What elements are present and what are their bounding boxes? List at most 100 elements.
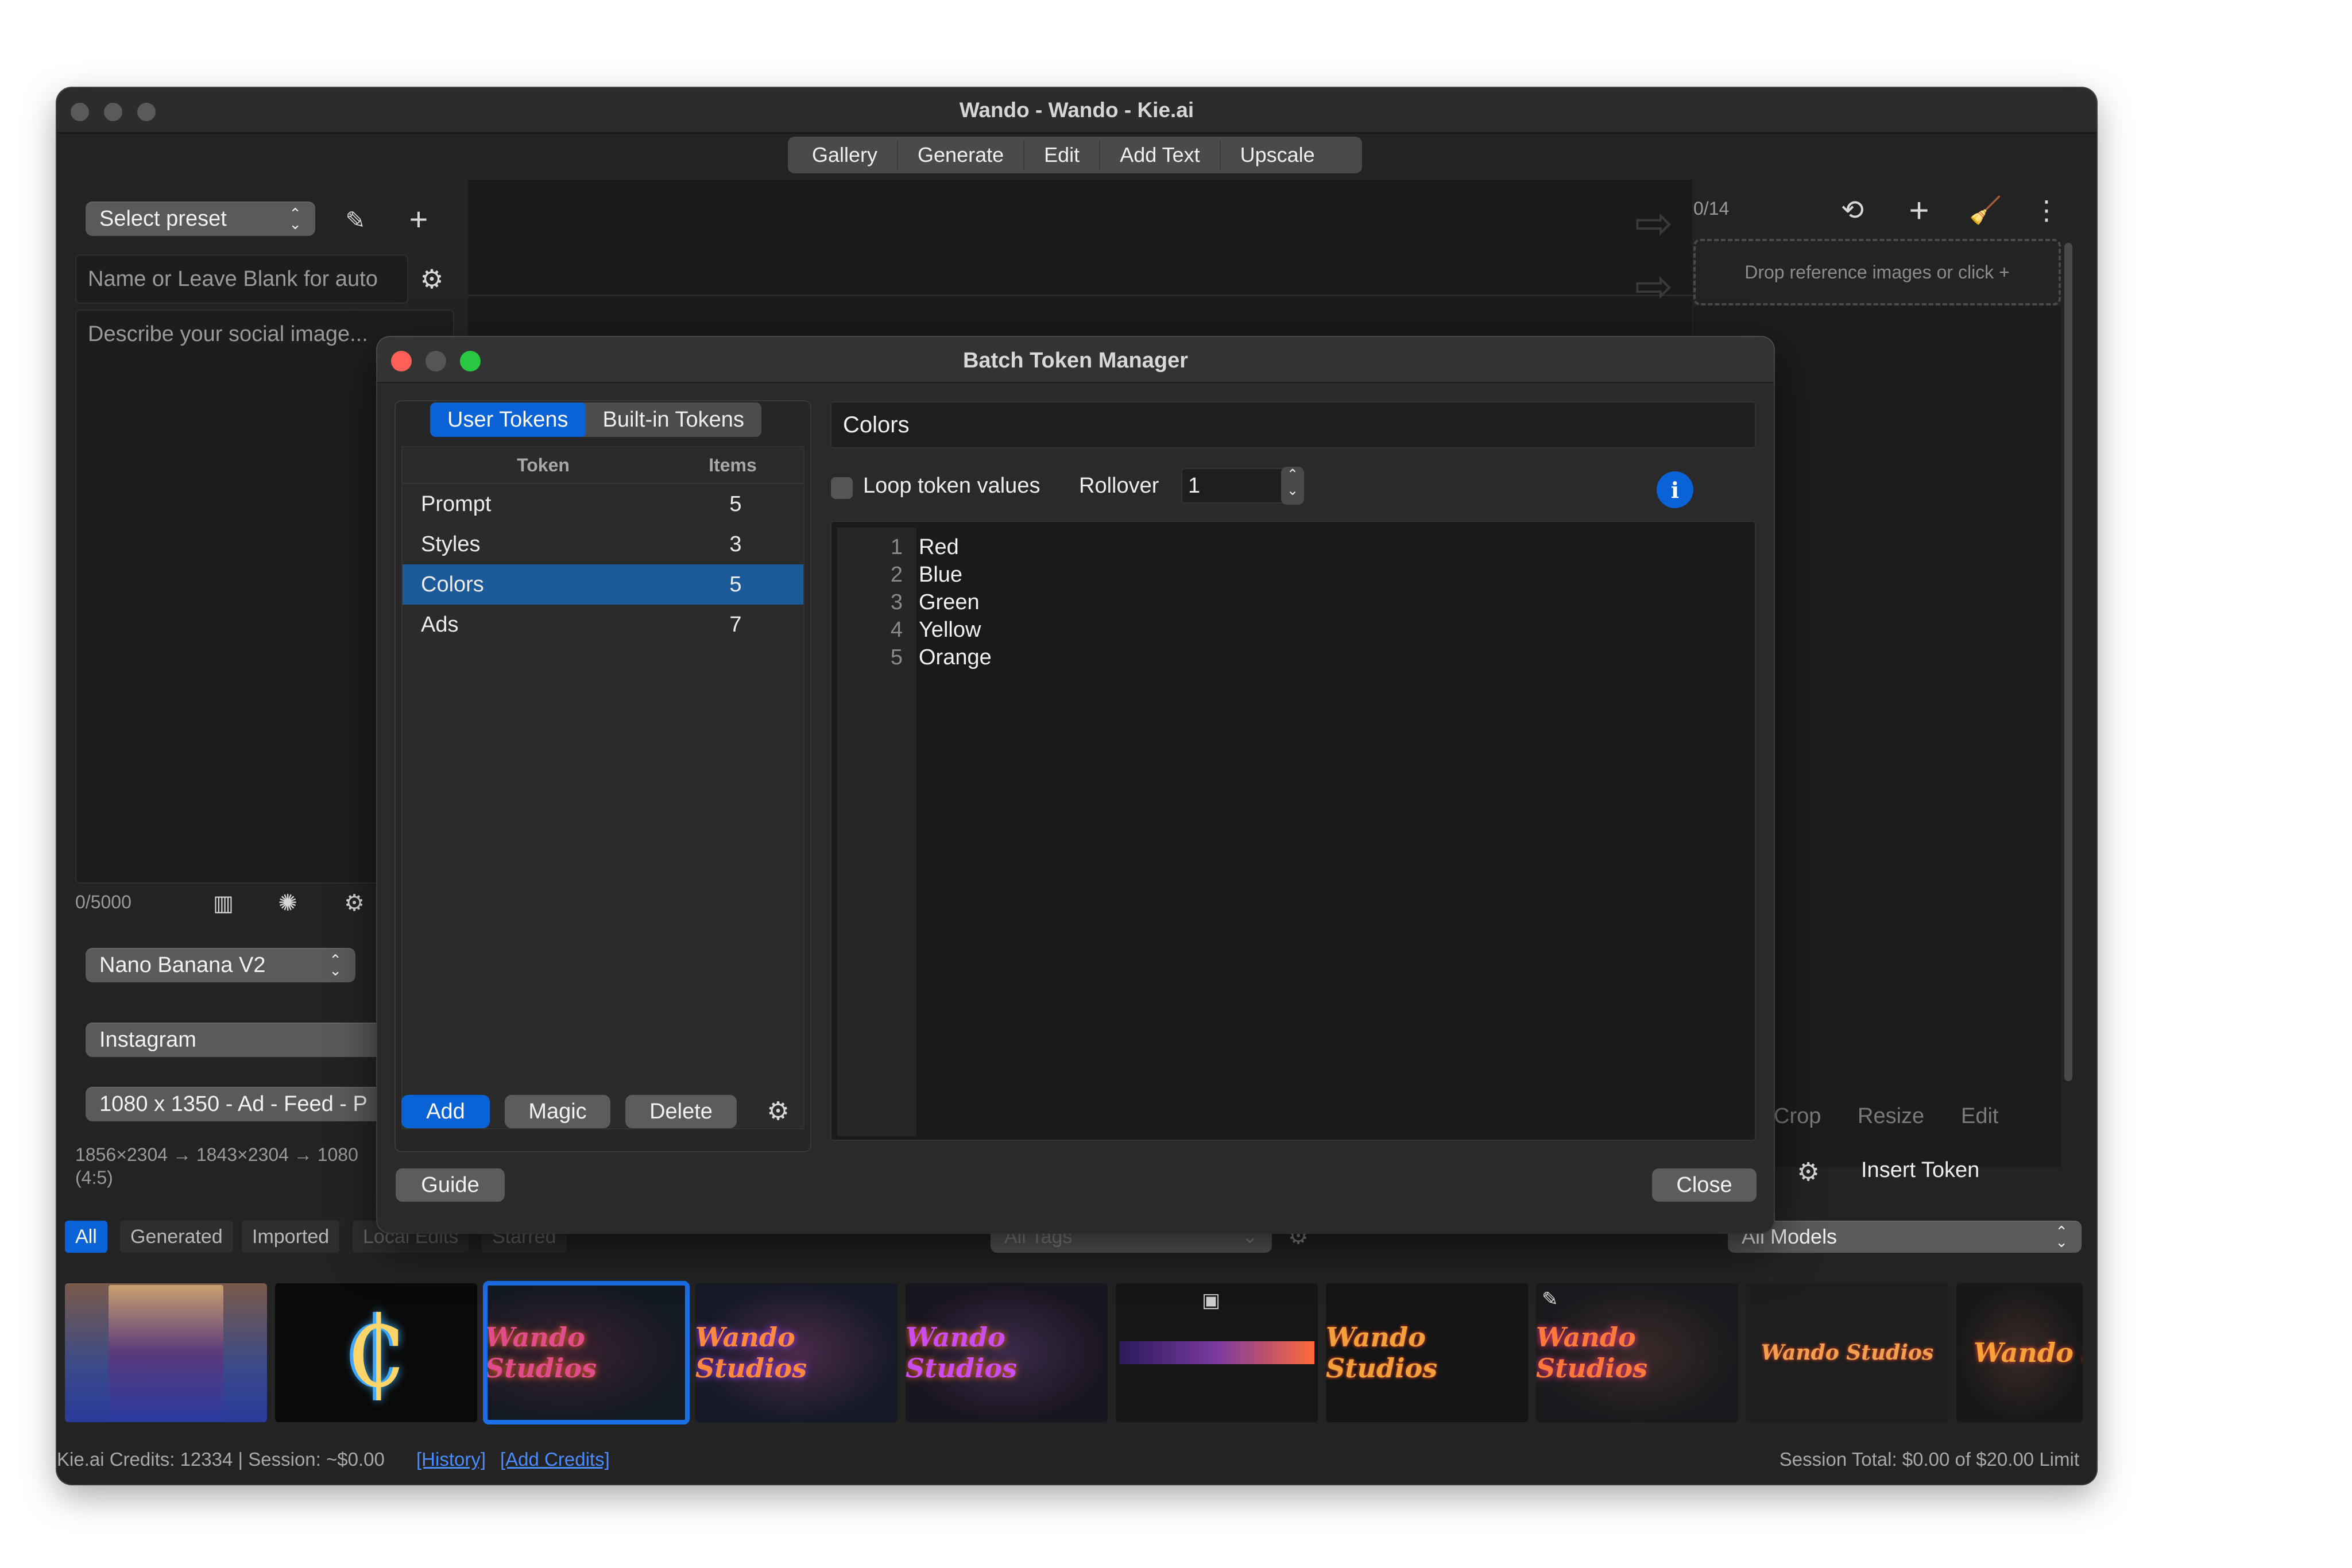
clear-icon[interactable]: 🧹 (1966, 190, 2006, 230)
thumbnail-title: Wando Studios (906, 1322, 1018, 1384)
thumbnail[interactable]: ₵ (275, 1283, 477, 1422)
crop-button[interactable]: Crop (1774, 1104, 1821, 1129)
poster-image (109, 1285, 223, 1420)
cent-logo: ₵ (345, 1296, 408, 1410)
guide-button[interactable]: Guide (396, 1168, 505, 1202)
thumbnail[interactable]: Wando Studios (483, 1281, 690, 1424)
thumbnail[interactable]: Wando St (1956, 1283, 2083, 1422)
preset-select[interactable]: Select preset ⌃ ⌄ (86, 202, 315, 236)
thumbnail-title: Wando Studios (695, 1322, 807, 1384)
resize-button[interactable]: Resize (1858, 1104, 1924, 1129)
thumbnail-title: Wando Studios (1761, 1341, 1934, 1365)
thumbnail[interactable] (65, 1283, 267, 1422)
token-row[interactable]: Prompt 5 (403, 484, 803, 524)
name-field-placeholder: Name or Leave Blank for auto (88, 266, 378, 291)
reference-scrollbar[interactable] (2064, 243, 2072, 1081)
rollover-input[interactable]: 1 (1181, 468, 1296, 504)
dialog-title-bar: Batch Token Manager (377, 337, 1774, 383)
thumbnail-title: Wando St (1974, 1337, 2083, 1368)
token-count: 5 (729, 491, 742, 516)
gallery-thumbnails: ₵ Wando Studios Wando Studios Wando Stud… (65, 1281, 2083, 1427)
chevron-updown-icon: ⌃ ⌄ (2055, 1223, 2068, 1250)
token-name: Prompt (421, 491, 492, 516)
thumbnail[interactable]: ▣ (1116, 1283, 1318, 1422)
filter-tab-all[interactable]: All (65, 1221, 107, 1253)
token-type-tabs: User Tokens Built-in Tokens (430, 402, 761, 437)
edit-button[interactable]: Edit (1961, 1104, 1998, 1129)
dialog-title: Batch Token Manager (962, 349, 1189, 373)
token-name: Ads (421, 612, 459, 637)
window-title: Wando - Wando - Kie.ai (959, 98, 1194, 122)
token-count: 7 (729, 612, 742, 637)
token-gear-icon[interactable]: ⚙ (338, 887, 370, 919)
thumbnail[interactable]: Wando Studios (906, 1283, 1108, 1422)
info-icon[interactable]: i (1657, 471, 1693, 508)
preset-select-label: Select preset (99, 206, 227, 231)
tab-upscale[interactable]: Upscale (1221, 140, 1334, 170)
reference-drop-zone[interactable]: Drop reference images or click + (1693, 239, 2061, 305)
image-edit-icon: ▣ (1202, 1290, 1221, 1311)
title-bar: Wando - Wando - Kie.ai (57, 88, 2096, 134)
insert-token-gear-icon[interactable]: ⚙ (1791, 1155, 1825, 1189)
model-select-label: Nano Banana V2 (99, 953, 266, 977)
tab-add-text[interactable]: Add Text (1100, 140, 1221, 170)
rollover-stepper[interactable]: ⌃ ⌄ (1281, 467, 1304, 505)
batch-token-manager-dialog: Batch Token Manager User Tokens Built-in… (377, 337, 1774, 1233)
close-dialog-button[interactable]: Close (1652, 1168, 1757, 1202)
token-count: 5 (729, 572, 742, 597)
token-table-header: Token Items (403, 447, 803, 484)
add-preset-icon[interactable]: + (401, 201, 436, 237)
tab-gallery[interactable]: Gallery (792, 140, 899, 170)
column-token: Token (517, 454, 570, 475)
token-values-editor[interactable]: 1 Red 2 Blue 3 Green 4 Yellow 5 Orange (830, 521, 1756, 1141)
tab-generate[interactable]: Generate (898, 140, 1025, 170)
sparkle-icon[interactable]: ✺ (272, 887, 304, 919)
columns-icon[interactable]: ▥ (207, 887, 239, 919)
token-table: Token Items Prompt 5 Styles 3 Colors 5 A… (401, 446, 804, 1129)
loop-token-checkbox[interactable] (831, 477, 853, 499)
forward-arrow-icon[interactable]: ⇨ (1628, 260, 1680, 312)
tab-user-tokens[interactable]: User Tokens (430, 402, 586, 437)
thumbnail[interactable]: Wando Studios (695, 1283, 898, 1422)
filter-tab-generated[interactable]: Generated (120, 1221, 233, 1253)
token-row-selected[interactable]: Colors 5 (403, 564, 803, 605)
canvas-divider (468, 295, 1692, 296)
next-arrow-icon[interactable]: ⇨ (1628, 197, 1680, 249)
model-select[interactable]: Nano Banana V2 ⌃ ⌄ (86, 948, 355, 982)
column-items: Items (709, 454, 757, 475)
history-icon[interactable]: ⟲ (1832, 190, 1873, 230)
pencil-badge-icon: ✎ (1542, 1288, 1558, 1310)
chevron-updown-icon: ⌃ ⌄ (289, 205, 301, 233)
filter-tab-imported[interactable]: Imported (242, 1221, 340, 1253)
token-name-field[interactable]: Colors (830, 401, 1756, 448)
token-row[interactable]: Ads 7 (403, 605, 803, 645)
reference-count: 0/14 (1693, 198, 1730, 219)
edit-preset-icon[interactable]: ✎ (338, 203, 373, 237)
thumbnail[interactable]: Wando Studios ✎ (1536, 1283, 1738, 1422)
token-name: Styles (421, 532, 481, 556)
chevron-updown-icon: ⌃ ⌄ (329, 951, 342, 979)
models-select[interactable]: All Models ⌃ ⌄ (1728, 1221, 2082, 1253)
thumbnail[interactable]: Wando Studios (1746, 1283, 1948, 1422)
drop-hint: Drop reference images or click + (1744, 261, 2010, 282)
name-field[interactable]: Name or Leave Blank for auto (75, 254, 408, 304)
tab-built-in-tokens[interactable]: Built-in Tokens (586, 402, 761, 437)
thumbnail[interactable]: Wando Studios (1326, 1283, 1528, 1422)
tab-edit[interactable]: Edit (1024, 140, 1101, 170)
aspect-ratio-text: (4:5) (75, 1167, 113, 1188)
add-credits-link[interactable]: [Add Credits] (500, 1449, 610, 1470)
gradient-bar (1119, 1341, 1314, 1364)
magic-button[interactable]: Magic (505, 1095, 610, 1128)
token-row[interactable]: Styles 3 (403, 524, 803, 564)
add-reference-icon[interactable]: + (1899, 190, 1939, 230)
delete-token-button[interactable]: Delete (625, 1095, 737, 1128)
insert-token-button[interactable]: Insert Token (1861, 1158, 1979, 1183)
char-count: 0/5000 (75, 892, 131, 912)
more-menu-icon[interactable]: ⋮ (2032, 190, 2061, 230)
history-link[interactable]: [History] (416, 1449, 486, 1470)
name-settings-gear-icon[interactable]: ⚙ (413, 260, 451, 298)
token-settings-gear-icon[interactable]: ⚙ (760, 1093, 796, 1129)
thumbnail-title: Wando Studios (485, 1322, 597, 1384)
dimensions-text: 1856×2304 → 1843×2304 → 1080 (75, 1144, 358, 1165)
add-token-button[interactable]: Add (401, 1095, 490, 1128)
